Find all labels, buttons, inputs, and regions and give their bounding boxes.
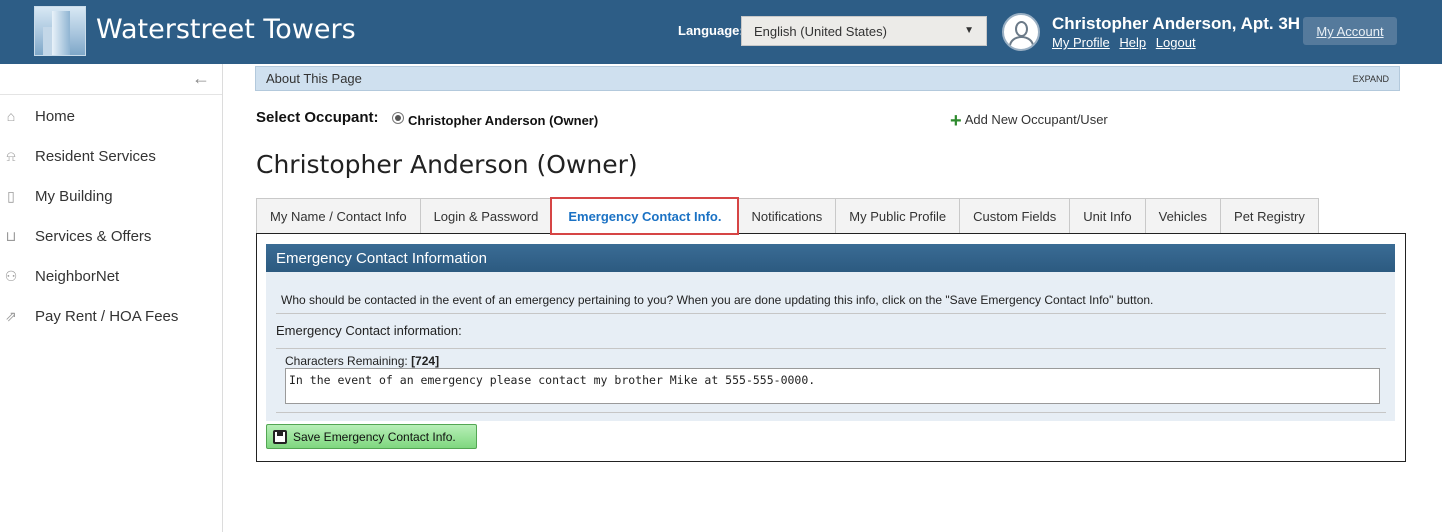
sidebar-item-pay-rent[interactable]: ⇗ Pay Rent / HOA Fees xyxy=(0,296,222,336)
top-header: Waterstreet Towers Language: English (Un… xyxy=(0,0,1442,64)
avatar[interactable] xyxy=(1002,13,1040,51)
sidebar-item-home[interactable]: ⌂ Home xyxy=(0,96,222,136)
save-label: Save Emergency Contact Info. xyxy=(293,429,456,444)
tab-name-contact[interactable]: My Name / Contact Info xyxy=(256,198,421,234)
profile-tabs: My Name / Contact Info Login & Password … xyxy=(256,197,1319,235)
logout-link[interactable]: Logout xyxy=(1156,35,1196,50)
bell-icon: ⍾ xyxy=(6,148,16,164)
arrow-left-icon[interactable]: ← xyxy=(192,68,210,89)
section-body: Who should be contacted in the event of … xyxy=(266,272,1395,421)
sidebar-item-label: Pay Rent / HOA Fees xyxy=(35,307,179,325)
occupant-radio[interactable] xyxy=(392,112,404,124)
language-label: Language: xyxy=(678,23,744,38)
expand-link[interactable]: EXPAND xyxy=(1353,74,1389,84)
chars-count: [724] xyxy=(411,354,440,368)
tab-vehicles[interactable]: Vehicles xyxy=(1144,198,1222,234)
occupant-option-label[interactable]: Christopher Anderson (Owner) xyxy=(408,113,598,128)
home-icon: ⌂ xyxy=(6,108,16,124)
sidebar-item-resident-services[interactable]: ⍾ Resident Services xyxy=(0,136,222,176)
tab-custom-fields[interactable]: Custom Fields xyxy=(959,198,1071,234)
add-occupant-label: Add New Occupant/User xyxy=(964,112,1108,127)
about-this-page-bar[interactable]: About This Page EXPAND xyxy=(255,66,1400,91)
sidebar: ← ⌂ Home ⍾ Resident Services ▯ My Buildi… xyxy=(0,64,223,532)
sidebar-item-label: Services & Offers xyxy=(35,227,152,245)
floppy-disk-icon xyxy=(273,429,287,444)
section-header: Emergency Contact Information xyxy=(266,244,1395,272)
sidebar-item-label: Home xyxy=(35,107,76,125)
dropdown-arrow-icon: ▼ xyxy=(964,25,974,36)
save-emergency-contact-button[interactable]: Save Emergency Contact Info. xyxy=(266,424,477,449)
tab-public-profile[interactable]: My Public Profile xyxy=(835,198,961,234)
emergency-contact-textarea[interactable]: In the event of an emergency please cont… xyxy=(285,368,1380,404)
characters-remaining: Characters Remaining: [724] xyxy=(285,354,439,368)
basket-icon: ⊔ xyxy=(5,228,17,244)
sidebar-item-services-offers[interactable]: ⊔ Services & Offers xyxy=(0,216,222,256)
plus-icon: + xyxy=(950,110,962,132)
sidebar-item-label: NeighborNet xyxy=(35,267,120,285)
tab-emergency-contact[interactable]: Emergency Contact Info. xyxy=(550,197,740,235)
language-select[interactable]: English (United States) ▼ xyxy=(741,16,987,46)
page-title: Christopher Anderson (Owner) xyxy=(256,150,638,179)
my-profile-link[interactable]: My Profile xyxy=(1052,35,1110,50)
my-account-button[interactable]: My Account xyxy=(1303,17,1397,45)
building-icon: ▯ xyxy=(7,188,15,204)
field-label: Emergency Contact information: xyxy=(276,323,462,338)
sidebar-item-label: Resident Services xyxy=(35,147,156,165)
sidebar-item-neighbornet[interactable]: ⚇ NeighborNet xyxy=(0,256,222,296)
sidebar-item-my-building[interactable]: ▯ My Building xyxy=(0,176,222,216)
tab-unit-info[interactable]: Unit Info xyxy=(1069,198,1146,234)
share-icon: ⇗ xyxy=(5,308,17,324)
tab-notifications[interactable]: Notifications xyxy=(737,198,837,234)
add-occupant-link[interactable]: + Add New Occupant/User xyxy=(950,110,1108,133)
people-icon: ⚇ xyxy=(4,268,18,284)
chars-label: Characters Remaining: xyxy=(285,354,412,368)
sidebar-item-label: My Building xyxy=(35,187,113,205)
language-value: English (United States) xyxy=(754,24,887,39)
section-description: Who should be contacted in the event of … xyxy=(281,293,1154,307)
site-title[interactable]: Waterstreet Towers xyxy=(96,14,356,45)
tab-pet-registry[interactable]: Pet Registry xyxy=(1220,198,1319,234)
emergency-contact-panel: Emergency Contact Information Who should… xyxy=(256,233,1406,462)
about-title: About This Page xyxy=(266,71,362,86)
select-occupant-label: Select Occupant: xyxy=(256,109,379,126)
help-link[interactable]: Help xyxy=(1119,35,1146,50)
tab-login-password[interactable]: Login & Password xyxy=(419,198,553,234)
user-links: My Profile Help Logout xyxy=(1052,35,1202,50)
building-logo[interactable] xyxy=(34,6,86,56)
user-name: Christopher Anderson, Apt. 3H xyxy=(1052,14,1301,33)
